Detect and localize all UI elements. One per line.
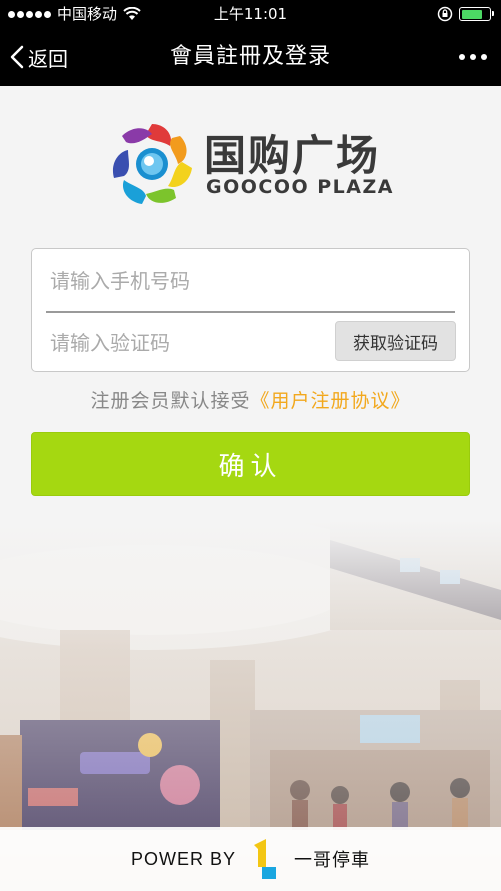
agreement-text: 注册会员默认接受 <box>90 390 251 412</box>
rotation-lock-icon <box>437 6 453 22</box>
battery-icon <box>459 7 494 21</box>
logo-chinese-name: 国购广场 <box>204 131 381 180</box>
flower-logo-icon <box>112 124 192 204</box>
user-agreement-link[interactable]: 《用户注册协议》 <box>251 390 411 412</box>
confirm-button[interactable]: 确认 <box>31 432 470 496</box>
verification-code-input[interactable] <box>50 321 340 365</box>
back-button[interactable]: 返回 <box>10 28 68 86</box>
agreement-notice: 注册会员默认接受《用户注册协议》 <box>0 386 501 413</box>
more-dots-icon <box>459 54 465 60</box>
footer: POWER BY 一哥停車 <box>0 827 501 891</box>
more-button[interactable] <box>459 28 487 86</box>
page-title: 會員註冊及登录 <box>169 44 331 69</box>
logo-english-name: GOOCOO PLAZA <box>206 176 394 198</box>
yige-logo-icon <box>254 839 276 879</box>
status-bar: 中国移动 上午11:01 <box>0 0 501 28</box>
brand-logo: 国购广场 GOOCOO PLAZA <box>108 120 398 210</box>
get-code-button[interactable]: 获取验证码 <box>335 321 456 361</box>
nav-bar: 返回 會員註冊及登录 <box>0 28 501 86</box>
login-form: 获取验证码 <box>31 248 470 372</box>
status-right <box>437 0 494 28</box>
powered-by-label: POWER BY <box>130 848 236 869</box>
form-divider <box>46 311 455 313</box>
status-time: 上午11:01 <box>213 5 288 23</box>
footer-brand-name: 一哥停車 <box>294 850 370 871</box>
chevron-left-icon <box>10 45 24 69</box>
back-label: 返回 <box>28 46 68 71</box>
phone-input[interactable] <box>50 259 460 303</box>
